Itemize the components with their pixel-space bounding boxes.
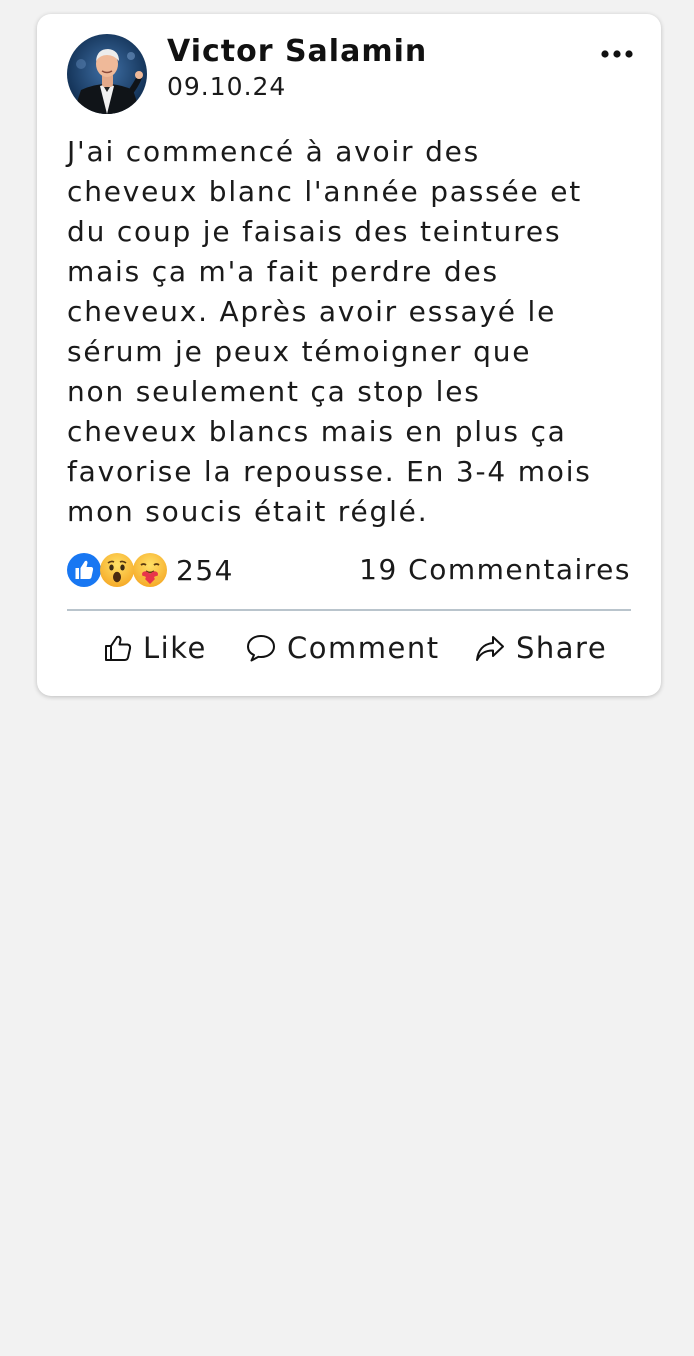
post-text-line: non seulement ça stop les (67, 375, 481, 408)
thumbs-up-icon (105, 635, 132, 661)
post-text-line: cheveux blanc l'année passée et (67, 175, 583, 208)
share-arrow-icon (476, 636, 504, 661)
share-button-label: Share (516, 631, 608, 665)
wow-reaction-icon (100, 553, 134, 587)
like-button[interactable]: Like (103, 628, 207, 668)
like-reaction-icon (67, 553, 101, 587)
post-date: 09.10.24 (167, 72, 287, 101)
avatar-image (67, 34, 147, 114)
like-button-label: Like (143, 631, 207, 665)
post-text-line: favorise la repousse. En 3-4 mois (67, 455, 592, 488)
post-text: J'ai commencé à avoir des cheveux blanc … (67, 132, 635, 532)
divider (67, 609, 631, 611)
care-reaction-icon (133, 553, 167, 587)
post-text-line: du coup je faisais des teintures (67, 215, 562, 248)
comment-button-label: Comment (287, 631, 440, 665)
reaction-count: 254 (176, 553, 234, 587)
post-text-line: cheveux. Après avoir essayé le (67, 295, 557, 328)
post-card: Victor Salamin 09.10.24 J'ai commencé à … (37, 14, 661, 696)
post-text-line: sérum je peux témoigner que (67, 335, 532, 368)
post-text-line: mon soucis était réglé. (67, 495, 429, 528)
post-text-line: J'ai commencé à avoir des (67, 135, 481, 168)
avatar[interactable] (67, 34, 147, 114)
more-options-icon (601, 50, 633, 58)
comment-button[interactable]: Comment (245, 628, 440, 668)
author-name[interactable]: Victor Salamin (167, 34, 427, 69)
speech-bubble-icon (247, 635, 275, 662)
more-options-button[interactable] (597, 42, 637, 66)
share-button[interactable]: Share (474, 628, 607, 668)
post-text-line: cheveux blancs mais en plus ça (67, 415, 567, 448)
reactions-summary[interactable]: 254 (66, 552, 234, 588)
comments-count-link[interactable]: 19 Commentaires (359, 552, 631, 588)
post-text-line: mais ça m'a fait perdre des (67, 255, 499, 288)
